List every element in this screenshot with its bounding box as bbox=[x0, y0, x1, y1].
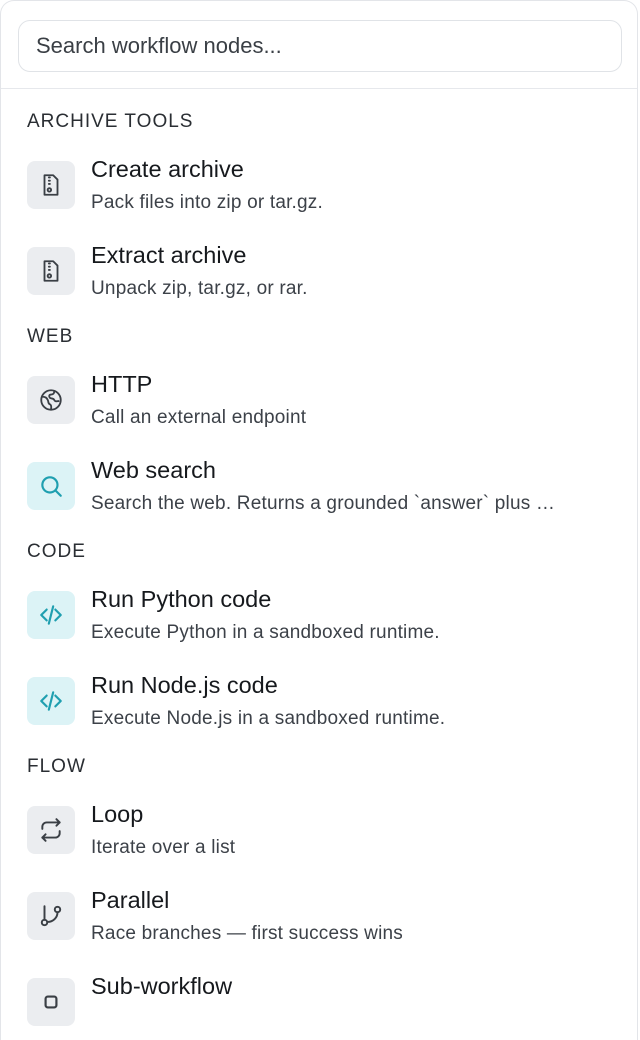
node-name: Extract archive bbox=[91, 242, 247, 268]
archive-file-icon bbox=[27, 247, 75, 295]
node-item-run-nodejs-code[interactable]: Run Node.js code Execute Node.js in a sa… bbox=[27, 658, 637, 744]
code-icon bbox=[27, 677, 75, 725]
node-name: Sub-workflow bbox=[91, 973, 233, 999]
section-code: CODE Run Python code Execute Python in a… bbox=[1, 532, 637, 744]
node-name: Create archive bbox=[91, 156, 244, 182]
square-icon bbox=[27, 978, 75, 1026]
node-description: Search the web. Returns a grounded `answ… bbox=[91, 493, 556, 514]
node-name: Parallel bbox=[91, 887, 170, 913]
section-archive-tools: ARCHIVE TOOLS Create archive Pack files … bbox=[1, 102, 637, 314]
node-name: Run Python code bbox=[91, 586, 272, 612]
search-icon bbox=[27, 462, 75, 510]
node-description: Unpack zip, tar.gz, or rar. bbox=[91, 278, 308, 299]
archive-file-icon bbox=[27, 161, 75, 209]
node-description: Execute Python in a sandboxed runtime. bbox=[91, 622, 440, 643]
globe-icon bbox=[27, 376, 75, 424]
node-item-extract-archive[interactable]: Extract archive Unpack zip, tar.gz, or r… bbox=[27, 228, 637, 314]
node-name: Web search bbox=[91, 457, 216, 483]
node-item-http[interactable]: HTTP Call an external endpoint bbox=[27, 357, 637, 443]
repeat-icon bbox=[27, 806, 75, 854]
node-item-web-search[interactable]: Web search Search the web. Returns a gro… bbox=[27, 443, 637, 529]
node-name: Run Node.js code bbox=[91, 672, 278, 698]
node-description: Pack files into zip or tar.gz. bbox=[91, 192, 323, 213]
node-description: Execute Node.js in a sandboxed runtime. bbox=[91, 708, 446, 729]
node-name: Loop bbox=[91, 801, 144, 827]
section-flow: FLOW Loop Iterate over a list Parallel R… bbox=[1, 747, 637, 1040]
node-name: HTTP bbox=[91, 371, 153, 397]
section-title: FLOW bbox=[27, 756, 86, 777]
node-description: Iterate over a list bbox=[91, 837, 236, 858]
section-title: WEB bbox=[27, 326, 74, 347]
search-bar bbox=[1, 1, 637, 89]
section-title: ARCHIVE TOOLS bbox=[27, 111, 194, 132]
node-item-sub-workflow[interactable]: Sub-workflow bbox=[27, 959, 637, 1040]
node-item-loop[interactable]: Loop Iterate over a list bbox=[27, 787, 637, 873]
node-item-parallel[interactable]: Parallel Race branches — first success w… bbox=[27, 873, 637, 959]
search-input[interactable] bbox=[18, 20, 622, 72]
code-icon bbox=[27, 591, 75, 639]
node-item-create-archive[interactable]: Create archive Pack files into zip or ta… bbox=[27, 142, 637, 228]
node-description: Call an external endpoint bbox=[91, 407, 307, 428]
section-web: WEB HTTP Call an external endpoint Web s… bbox=[1, 317, 637, 529]
node-picker-panel: ARCHIVE TOOLS Create archive Pack files … bbox=[0, 0, 638, 1040]
node-item-run-python-code[interactable]: Run Python code Execute Python in a sand… bbox=[27, 572, 637, 658]
node-description: Race branches — first success wins bbox=[91, 923, 403, 944]
section-title: CODE bbox=[27, 541, 86, 562]
git-branch-icon bbox=[27, 892, 75, 940]
